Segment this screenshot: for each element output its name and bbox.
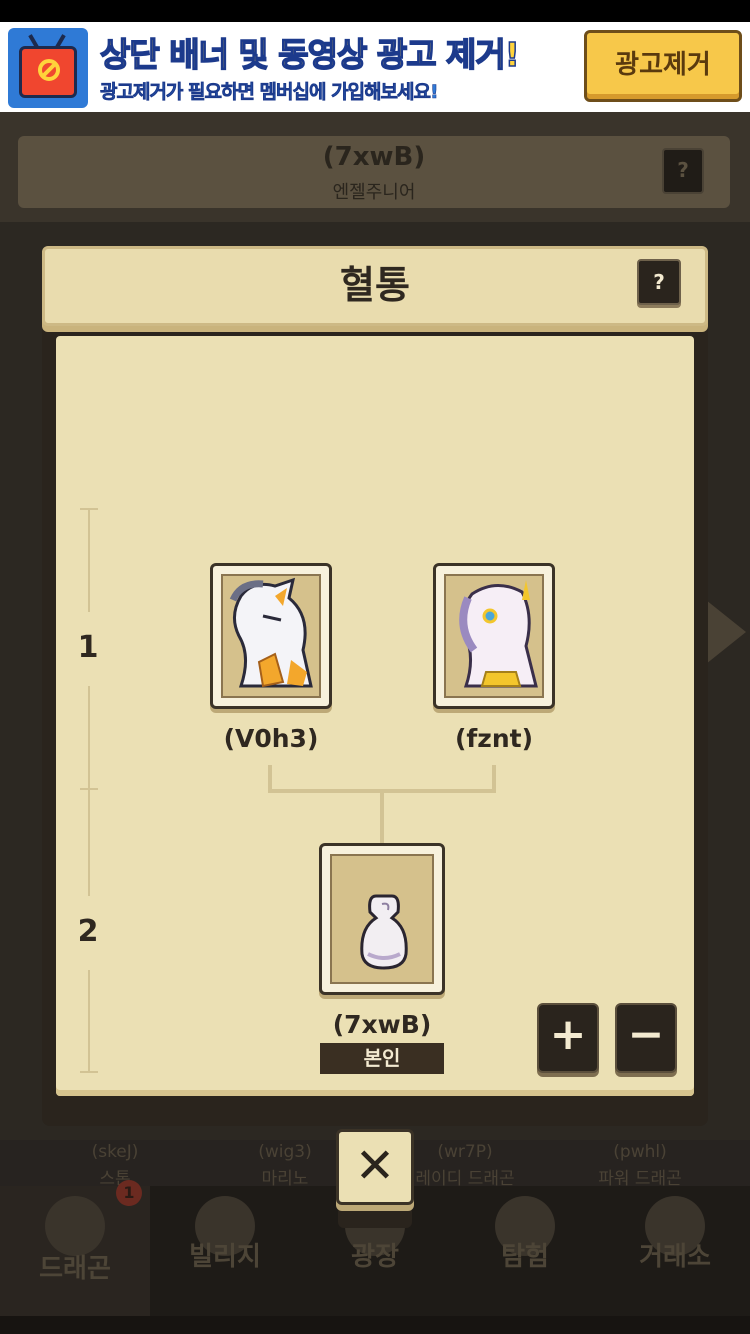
nav-plaza: 광장 (300, 1186, 450, 1316)
nav-village: 빌리지 (150, 1186, 300, 1316)
generation-ruler (88, 970, 90, 1072)
nav-explore: 탐험 (450, 1186, 600, 1316)
parent-card[interactable] (433, 563, 555, 709)
white-dragon-portrait-icon (221, 574, 321, 698)
close-button-base (338, 1208, 412, 1228)
ad-title: 상단 배너 및 동영상 광고 제거! (99, 34, 520, 75)
self-card[interactable] (319, 843, 445, 995)
no-ads-tv-icon (8, 28, 88, 108)
parent-card[interactable] (210, 563, 332, 709)
background-help-button: ? (662, 148, 704, 194)
bg-card-code: (skeJ) (91, 1142, 139, 1162)
nav-label: 빌리지 (189, 1242, 261, 1272)
zoom-out-button[interactable]: − (615, 1003, 677, 1073)
generation-number: 2 (77, 914, 99, 949)
help-button[interactable]: ? (637, 259, 681, 305)
nav-exchange: 거래소 (600, 1186, 750, 1316)
generation-ruler (88, 790, 90, 896)
ad-banner[interactable]: 상단 배너 및 동영상 광고 제거! 광고제거가 필요하면 멤버십에 가입해보세… (0, 22, 750, 112)
zoom-in-button[interactable]: + (537, 1003, 599, 1073)
dragon-icon (45, 1196, 105, 1256)
status-bar (0, 0, 750, 22)
background-dragon-code: (7xwB) (322, 142, 426, 172)
generation-ruler (88, 686, 90, 788)
parent-name: (V0h3) (223, 724, 319, 753)
nav-label: 광장 (351, 1242, 399, 1272)
remove-ads-button[interactable]: 광고제거 (584, 30, 742, 102)
ruler-tick (80, 1071, 98, 1073)
background-bottom-strip (0, 1316, 750, 1334)
generation-number: 1 (77, 630, 99, 665)
background-dragon-kind: 엔젤주니어 (332, 182, 416, 203)
ad-subtitle: 광고제거가 필요하면 멤버십에 가입해보세요! (100, 81, 439, 104)
bg-card-code: (pwhl) (613, 1142, 667, 1162)
self-badge: 본인 (320, 1043, 444, 1074)
generation-ruler (88, 508, 90, 612)
nav-label: 드래곤 (39, 1254, 111, 1284)
white-unicorn-dragon-portrait-icon (444, 574, 544, 698)
egg-portrait-icon (330, 854, 434, 984)
modal-title: 혈통 (340, 263, 410, 307)
tree-connector (380, 789, 384, 843)
self-name: (7xwB) (332, 1010, 432, 1039)
bottom-nav: 드래곤 빌리지 광장 탐험 거래소 (0, 1186, 750, 1316)
nav-label: 탐험 (501, 1242, 549, 1272)
notification-badge: 1 (116, 1180, 142, 1206)
close-button[interactable]: ✕ (336, 1129, 414, 1205)
parent-name: (fznt) (454, 724, 534, 753)
nav-label: 거래소 (639, 1242, 711, 1272)
